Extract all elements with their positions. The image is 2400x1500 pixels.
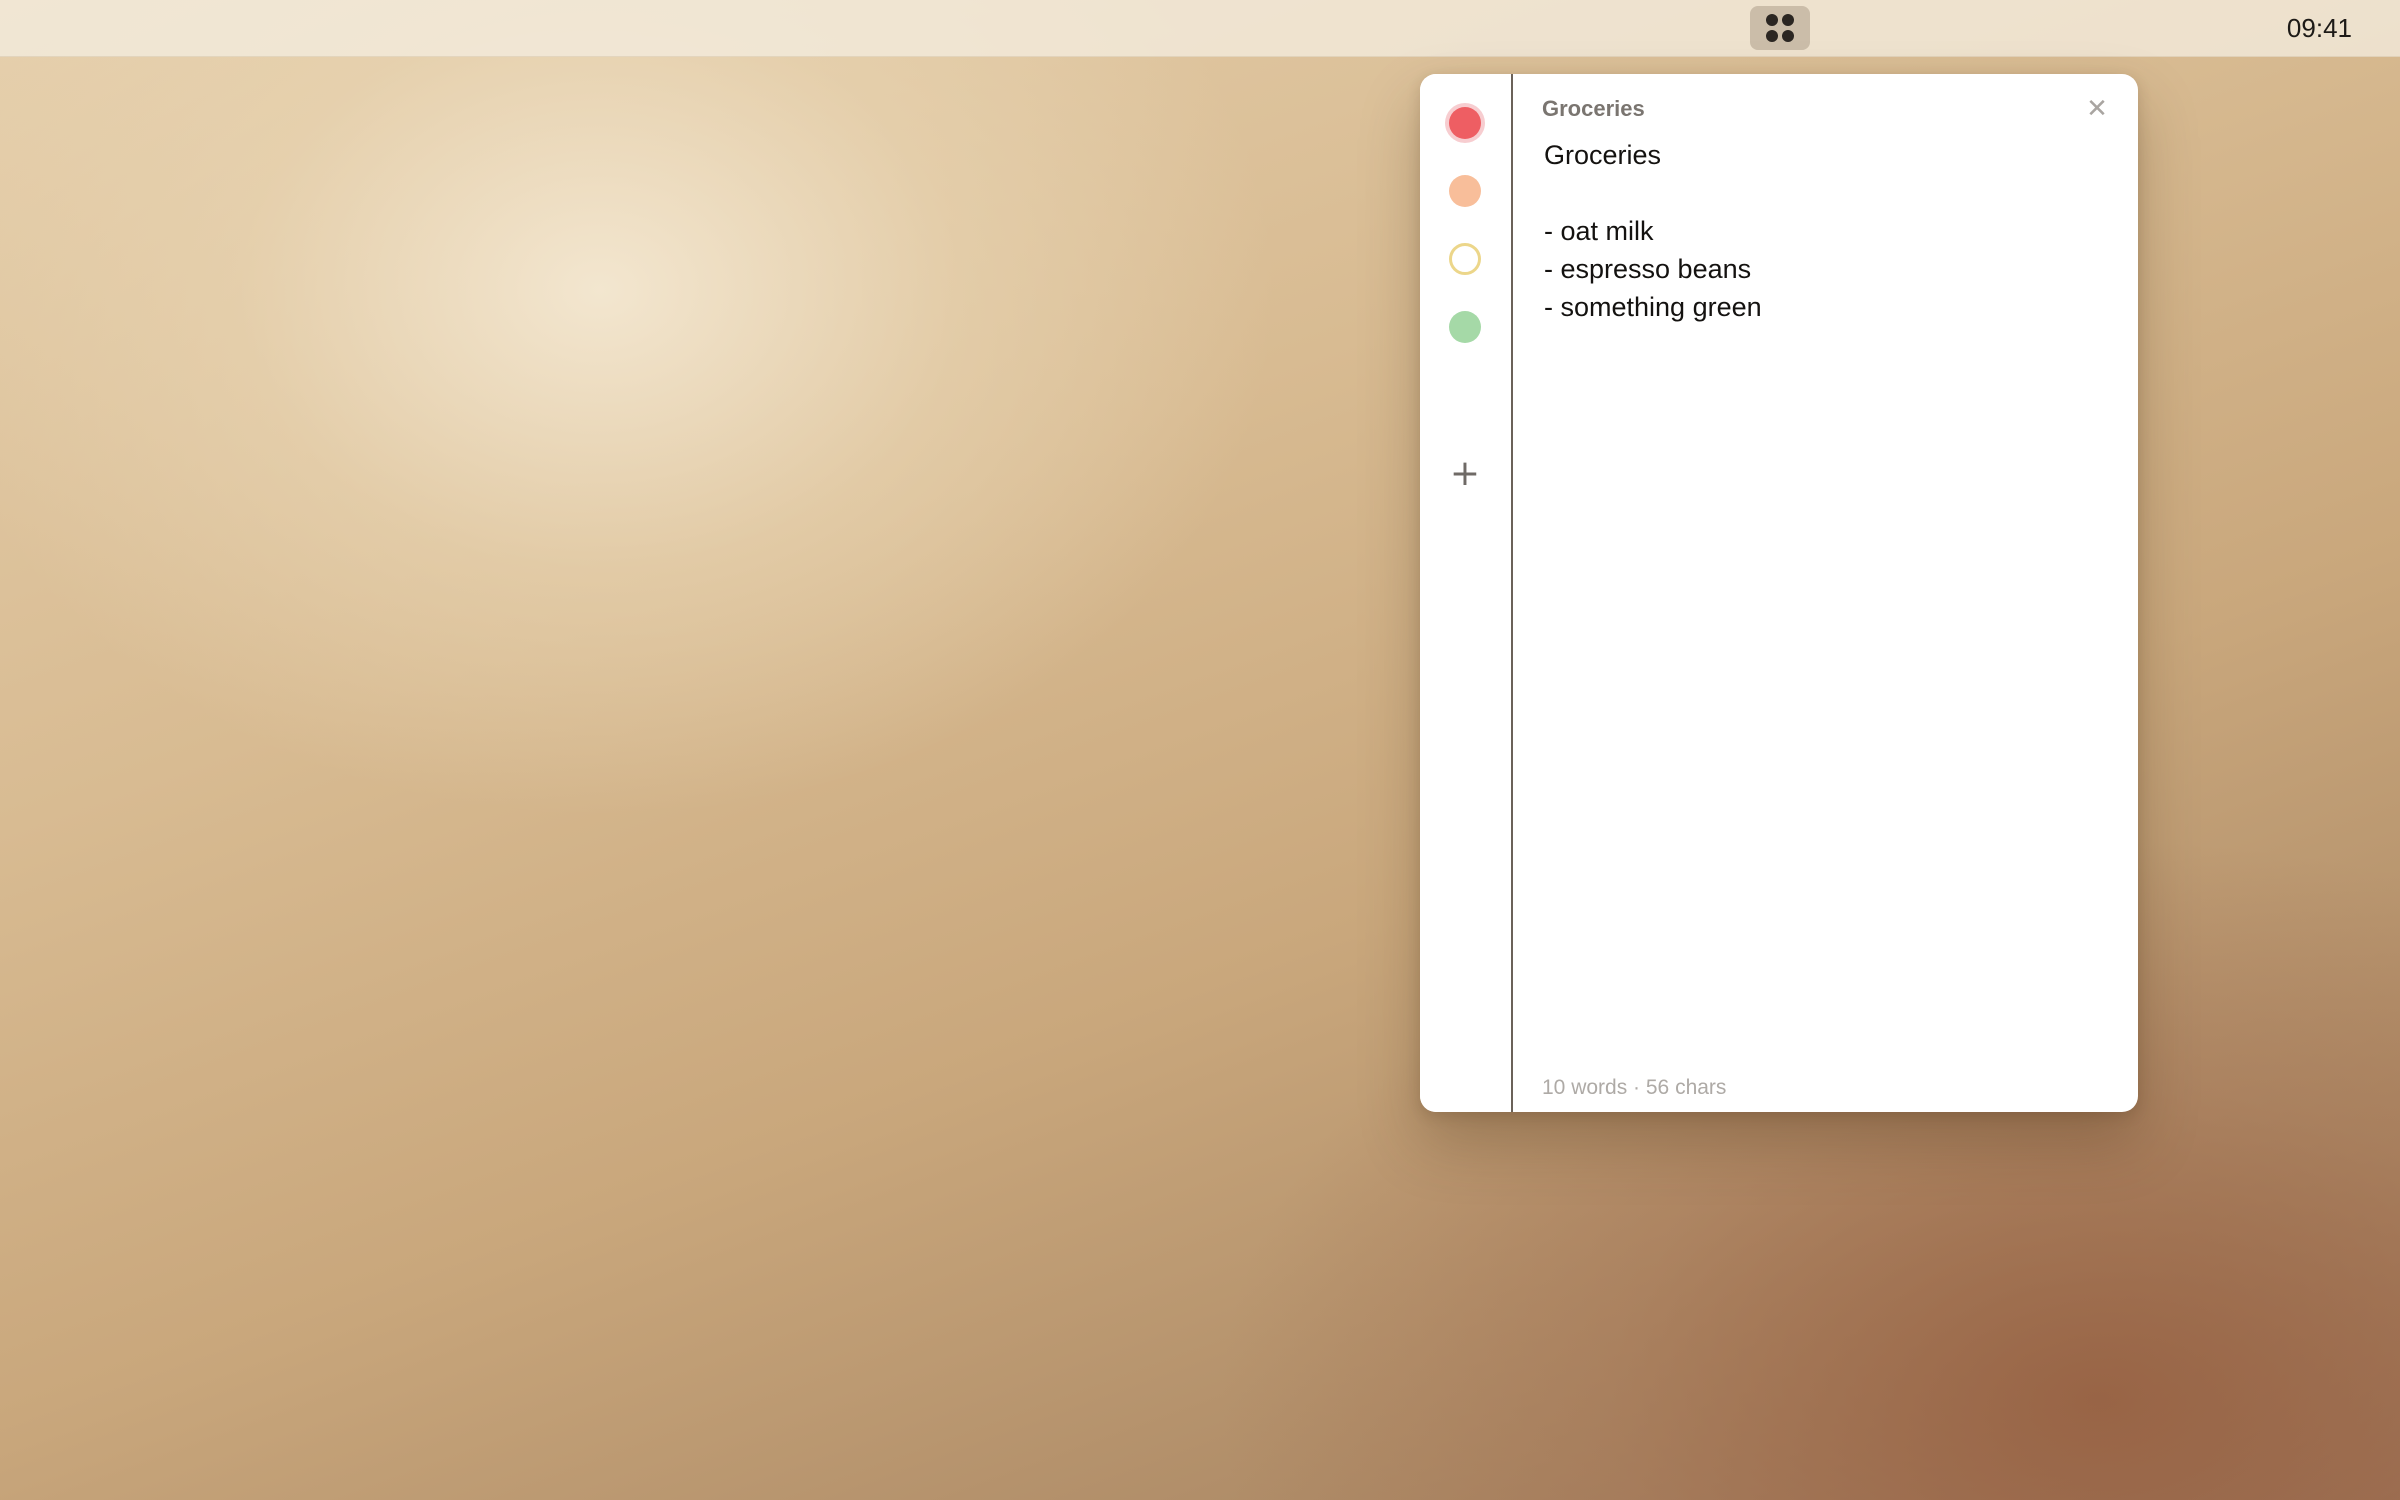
plus-icon: + [1449, 453, 1481, 494]
add-note-button[interactable]: + [1445, 454, 1485, 494]
menu-bar: 09:41 [0, 0, 2400, 57]
note-text-area[interactable]: Groceries - oat milk - espresso beans - … [1544, 136, 2108, 1032]
note-pane: Groceries ✕ Groceries - oat milk - espre… [1513, 74, 2138, 1112]
swatch-yellow[interactable] [1449, 243, 1481, 275]
word-char-count: 10 words · 56 chars [1542, 1076, 1727, 1099]
menubar-clock: 09:41 [2286, 13, 2352, 43]
menubar-app-button[interactable] [1750, 6, 1810, 50]
close-icon: ✕ [2086, 94, 2108, 124]
note-header-title: Groceries [1542, 96, 1645, 121]
close-button[interactable]: ✕ [2080, 92, 2114, 126]
four-dot-grid-icon [1766, 14, 1794, 42]
notes-window: + Groceries ✕ Groceries - oat milk - esp… [1420, 74, 2138, 1112]
swatch-peach[interactable] [1449, 175, 1481, 207]
swatch-green[interactable] [1449, 311, 1481, 343]
color-swatch-rail: + [1420, 74, 1513, 1112]
swatch-red[interactable] [1449, 107, 1481, 139]
